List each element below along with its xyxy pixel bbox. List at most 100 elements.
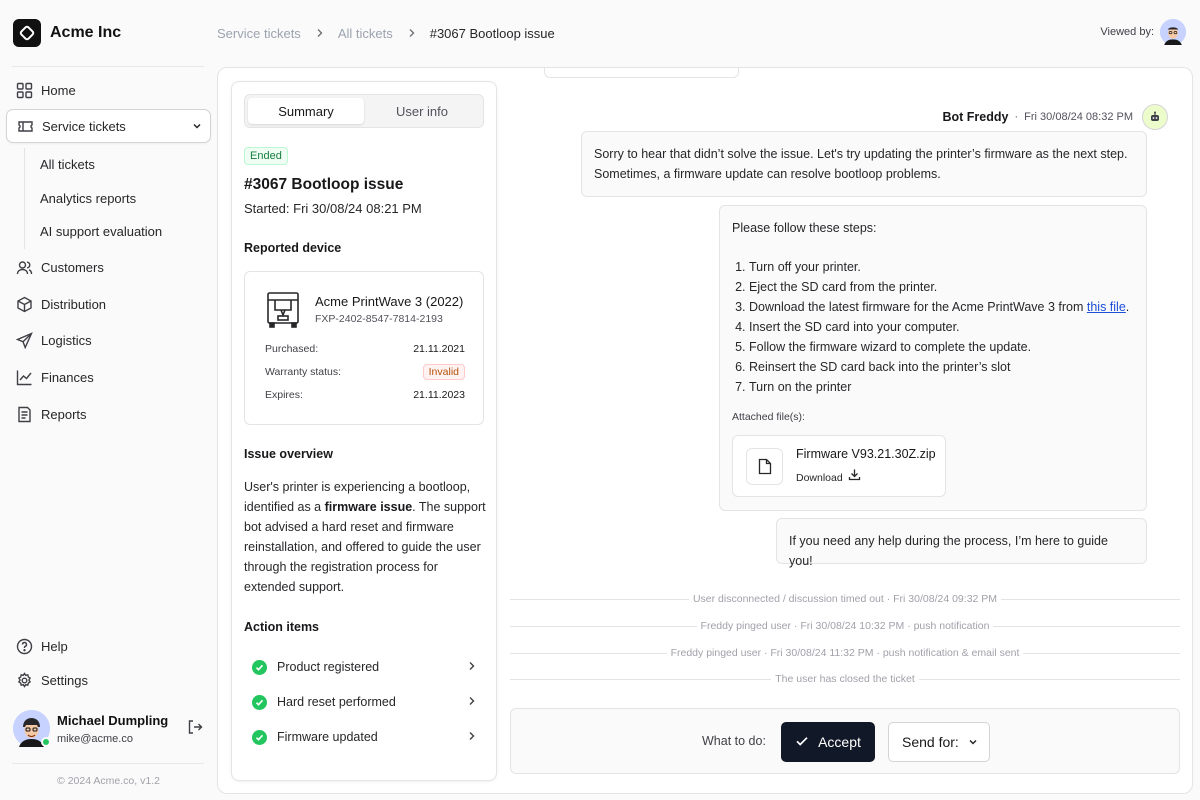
timeline-event: Freddy pinged user · Fri 30/08/24 11:32 … bbox=[510, 646, 1181, 660]
ticket-detail: Summary User info Ended #3067 Bootloop i… bbox=[217, 67, 1193, 794]
copyright: © 2024 Acme.co, v1.2 bbox=[57, 775, 160, 787]
chevron-right-icon bbox=[467, 695, 476, 709]
status-badge: Ended bbox=[244, 147, 288, 165]
steps-intro: Please follow these steps: bbox=[732, 221, 877, 235]
chevron-right-icon bbox=[407, 26, 416, 41]
issue-overview-heading: Issue overview bbox=[244, 447, 333, 461]
chat-message: If you need any help during the process,… bbox=[776, 518, 1147, 568]
previous-message bbox=[544, 68, 739, 78]
step-item: Follow the firmware wizard to complete t… bbox=[749, 337, 1134, 357]
nav-help[interactable]: Help bbox=[6, 629, 211, 663]
action-item[interactable]: Firmware updated bbox=[244, 722, 476, 752]
bottom-nav: Help Settings bbox=[6, 629, 211, 697]
attachment-card[interactable]: Firmware V93.21.30Z.zip Download bbox=[732, 435, 946, 497]
nav-settings[interactable]: Settings bbox=[6, 663, 211, 697]
user-email: mike@acme.co bbox=[57, 732, 133, 745]
reported-device-heading: Reported device bbox=[244, 241, 342, 255]
chat-message: Sorry to hear that didn’t solve the issu… bbox=[581, 131, 1147, 197]
report-icon bbox=[15, 405, 33, 423]
main-nav: Home bbox=[6, 73, 211, 107]
action-item-label: Hard reset performed bbox=[277, 695, 396, 709]
action-item[interactable]: Product registered bbox=[244, 652, 476, 682]
viewer-avatar[interactable] bbox=[1160, 19, 1186, 45]
breadcrumb-all-tickets[interactable]: All tickets bbox=[338, 26, 393, 41]
action-item[interactable]: Hard reset performed bbox=[244, 687, 476, 717]
current-user: Michael Dumpling mike@acme.co bbox=[13, 710, 205, 747]
firmware-file-link[interactable]: this file bbox=[1087, 300, 1126, 314]
step-item: Turn on the printer bbox=[749, 377, 1134, 397]
breadcrumb: Service tickets All tickets #3067 Bootlo… bbox=[217, 26, 555, 41]
nav-logistics[interactable]: Logistics bbox=[6, 322, 211, 359]
subnav-all-tickets[interactable]: All tickets bbox=[25, 148, 209, 182]
brand[interactable]: Acme Inc bbox=[13, 19, 121, 47]
acme-logo-icon bbox=[13, 19, 41, 47]
breadcrumb-current: #3067 Bootloop issue bbox=[429, 26, 555, 41]
action-item-label: Product registered bbox=[277, 660, 380, 674]
event-text: User disconnected / discussion timed out… bbox=[692, 593, 998, 605]
step-item: Reinsert the SD card back into the print… bbox=[749, 357, 1134, 377]
chevron-right-icon bbox=[467, 730, 476, 744]
nav-label: Finances bbox=[41, 369, 94, 385]
avatar[interactable] bbox=[13, 710, 51, 747]
nav-label: Help bbox=[41, 638, 68, 654]
divider bbox=[12, 66, 204, 67]
tab-user-info[interactable]: User info bbox=[364, 98, 480, 124]
nav-finances[interactable]: Finances bbox=[6, 359, 211, 396]
accept-button[interactable]: Accept bbox=[781, 722, 875, 762]
file-icon bbox=[746, 447, 783, 485]
decision-bar: What to do: Accept Send for: bbox=[510, 708, 1180, 774]
attachment-name: Firmware V93.21.30Z.zip bbox=[796, 447, 936, 461]
chevron-right-icon bbox=[467, 660, 476, 674]
expires-value: 21.11.2023 bbox=[413, 389, 465, 401]
nav-customers[interactable]: Customers bbox=[6, 249, 211, 286]
breadcrumb-service-tickets[interactable]: Service tickets bbox=[217, 26, 301, 41]
tab-summary[interactable]: Summary bbox=[248, 98, 364, 124]
step-text: Download the latest firmware for the Acm… bbox=[749, 300, 1087, 314]
event-text: Freddy pinged user · Fri 30/08/24 10:32 … bbox=[700, 620, 990, 632]
bot-name: Bot Freddy bbox=[942, 110, 1009, 124]
chevron-right-icon bbox=[315, 26, 324, 41]
accept-label: Accept bbox=[818, 734, 861, 750]
nav-distribution[interactable]: Distribution bbox=[6, 286, 211, 323]
nav-service-tickets[interactable]: Service tickets bbox=[6, 109, 211, 143]
chat-message-steps: Please follow these steps: Turn off your… bbox=[719, 205, 1147, 511]
nav-label: Reports bbox=[41, 406, 87, 422]
brand-name: Acme Inc bbox=[50, 24, 122, 41]
nav-label: Service tickets bbox=[42, 118, 126, 134]
printer-icon bbox=[265, 290, 301, 330]
timeline-event: The user has closed the ticket bbox=[510, 672, 1180, 686]
device-warranty-row: Warranty status: Invalid bbox=[265, 364, 465, 380]
send-for-label: Send for: bbox=[902, 734, 959, 750]
logout-icon[interactable] bbox=[187, 719, 203, 738]
nav-label: Customers bbox=[41, 259, 104, 275]
nav-reports[interactable]: Reports bbox=[6, 396, 211, 433]
subnav-ai-support-evaluation[interactable]: AI support evaluation bbox=[25, 215, 209, 249]
steps-list: Turn off your printer. Eject the SD card… bbox=[732, 257, 1134, 397]
panel-tabs: Summary User info bbox=[244, 94, 484, 128]
nav-home[interactable]: Home bbox=[6, 73, 211, 107]
grid-icon bbox=[15, 81, 33, 99]
message-time: Fri 30/08/24 08:32 PM bbox=[1024, 111, 1133, 123]
action-item-label: Firmware updated bbox=[277, 730, 378, 744]
action-items-heading: Action items bbox=[244, 620, 320, 634]
box-icon bbox=[15, 295, 33, 313]
event-text: Freddy pinged user · Fri 30/08/24 11:32 … bbox=[670, 647, 1020, 659]
timeline-event: Freddy pinged user · Fri 30/08/24 10:32 … bbox=[510, 619, 1181, 633]
download-button[interactable]: Download bbox=[796, 468, 936, 488]
main-nav-rest: Customers Distribution Logistics Finance… bbox=[6, 249, 211, 432]
chat-thread: Bot Freddy · Fri 30/08/24 08:32 PM Sorry… bbox=[510, 68, 1181, 793]
nav-label: Logistics bbox=[41, 333, 92, 349]
nav-label: Settings bbox=[41, 672, 88, 688]
device-card: Acme PrintWave 3 (2022) FXP-2402-8547-78… bbox=[244, 271, 484, 425]
send-icon bbox=[15, 332, 33, 350]
check-circle-icon bbox=[252, 694, 267, 710]
device-expires-row: Expires: 21.11.2023 bbox=[265, 389, 465, 401]
send-for-dropdown[interactable]: Send for: bbox=[888, 722, 990, 762]
subnav-analytics-reports[interactable]: Analytics reports bbox=[25, 182, 209, 216]
dot-separator: · bbox=[1014, 111, 1019, 123]
summary-panel: Summary User info Ended #3067 Bootloop i… bbox=[231, 81, 497, 781]
divider bbox=[12, 763, 204, 764]
warranty-label: Warranty status: bbox=[265, 366, 342, 378]
purchased-label: Purchased: bbox=[265, 343, 319, 355]
step-item: Download the latest firmware for the Acm… bbox=[749, 297, 1134, 317]
